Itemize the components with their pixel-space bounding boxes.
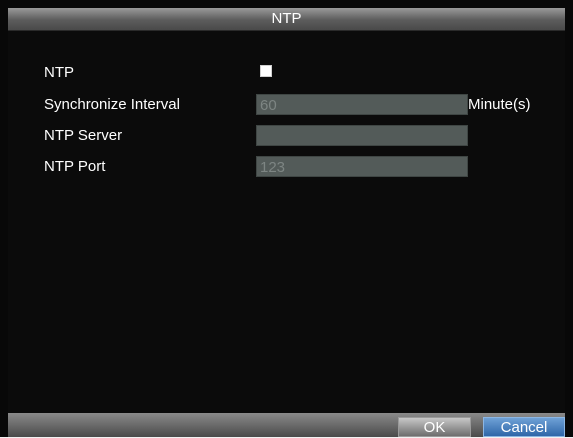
ntp-server-label: NTP Server (44, 127, 123, 144)
ntp-port-input[interactable]: 123 (256, 156, 468, 177)
cancel-button[interactable]: Cancel (483, 417, 565, 437)
button-bar: OK Cancel (8, 413, 565, 437)
dialog-title: NTP (271, 10, 302, 27)
ntp-label: NTP (44, 64, 74, 81)
dialog-body: NTP Synchronize Interval 60 Minute(s) NT… (8, 31, 565, 413)
ok-button[interactable]: OK (398, 417, 471, 437)
ntp-server-input[interactable] (256, 125, 468, 146)
sync-interval-label: Synchronize Interval (44, 96, 180, 113)
ntp-dialog: NTP NTP Synchronize Interval 60 Minute(s… (0, 0, 573, 437)
title-bar: NTP (8, 8, 565, 31)
sync-interval-unit: Minute(s) (468, 96, 531, 113)
sync-interval-input[interactable]: 60 (256, 94, 468, 115)
ntp-port-label: NTP Port (44, 158, 106, 175)
ntp-enable-checkbox[interactable] (260, 65, 272, 77)
